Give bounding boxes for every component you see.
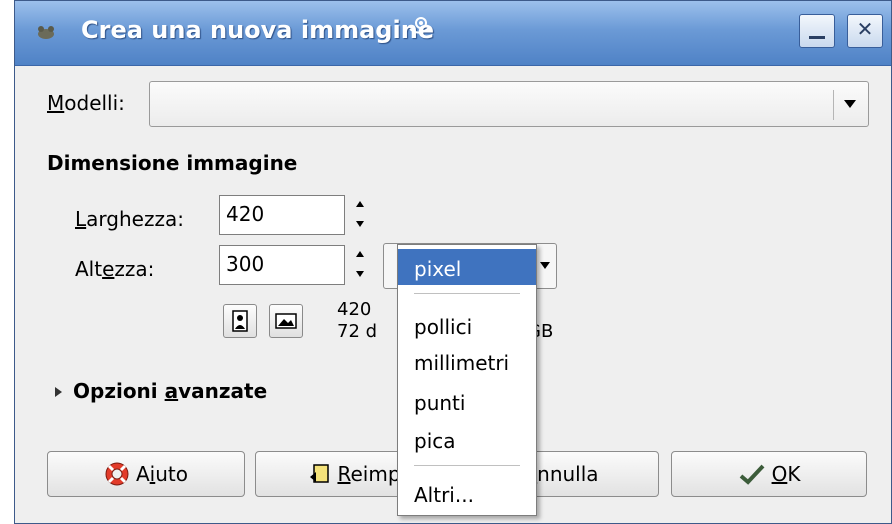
templates-label-text: odelli: (64, 91, 125, 115)
landscape-button[interactable] (269, 304, 303, 338)
height-label-text-b: zza: (114, 257, 155, 281)
spin-up-icon (356, 251, 364, 257)
width-spinner[interactable] (353, 195, 367, 235)
unit-menu-item-punti[interactable]: punti (398, 383, 536, 419)
height-label: Altezza: (75, 257, 154, 281)
advanced-label-a: Opzioni (73, 379, 165, 403)
advanced-options-expander[interactable]: Opzioni avanzate (73, 379, 267, 403)
height-input[interactable]: 300 (219, 245, 345, 285)
help-label-b: uto (155, 462, 188, 486)
unit-menu-item-pixel[interactable]: pixel (398, 249, 536, 285)
size-info-line2: 72 d (337, 321, 378, 342)
menu-separator (414, 293, 520, 294)
unit-menu: pixel pollici millimetri punti pica Altr… (397, 244, 537, 516)
title-bar[interactable]: Crea una nuova immagine ✕ (15, 1, 891, 66)
spin-down-icon (356, 271, 364, 277)
new-image-dialog: Crea una nuova immagine ✕ Modelli: Dimen… (14, 0, 892, 524)
combo-separator (833, 90, 834, 120)
ok-label: OK (772, 462, 801, 486)
minimize-button[interactable] (799, 14, 835, 48)
unit-menu-item-pollici[interactable]: pollici (398, 307, 536, 343)
unit-menu-item-pica[interactable]: pica (398, 421, 536, 457)
ok-check-icon (739, 464, 765, 485)
size-info-line1: 420 (337, 299, 372, 320)
templates-label: Modelli: (47, 91, 125, 115)
reset-label: Reimp (337, 462, 400, 486)
window-title: Crea una nuova immagine (81, 16, 435, 44)
expander-arrow-icon[interactable] (55, 387, 62, 397)
width-label: Larghezza: (75, 207, 184, 231)
ok-button[interactable]: OK (671, 451, 867, 497)
cancel-label-b: nnulla (537, 462, 599, 486)
help-button[interactable]: Aiuto (47, 451, 245, 497)
reset-label-mnemonic: R (337, 462, 351, 486)
spin-up-icon (356, 201, 364, 207)
close-button[interactable]: ✕ (847, 14, 883, 48)
ok-label-mnemonic: O (771, 462, 788, 486)
close-icon: ✕ (856, 17, 874, 41)
help-label-a: A (135, 462, 150, 486)
portrait-icon (232, 310, 248, 332)
width-input[interactable]: 420 (219, 195, 345, 235)
advanced-label-b: vanzate (178, 379, 268, 403)
width-label-text: arghezza: (86, 207, 184, 231)
width-label-mnemonic: L (75, 207, 87, 231)
minimize-icon (809, 36, 825, 39)
templates-combo[interactable] (149, 81, 869, 127)
unit-menu-item-millimetri[interactable]: millimetri (398, 343, 536, 379)
advanced-label-mnemonic: a (164, 379, 179, 403)
height-label-text-a: Alt (75, 257, 103, 281)
height-spinner[interactable] (353, 245, 367, 285)
chevron-down-icon (540, 262, 550, 269)
height-label-mnemonic: e (102, 257, 115, 281)
sticky-icon (409, 17, 431, 34)
chevron-down-icon (844, 100, 856, 108)
menu-separator (414, 465, 520, 466)
gimp-app-icon (38, 26, 54, 39)
help-label: Aiuto (136, 462, 188, 486)
templates-label-mnemonic: M (47, 91, 65, 115)
image-size-heading: Dimensione immagine (47, 151, 298, 175)
landscape-icon (275, 313, 297, 329)
portrait-button[interactable] (223, 304, 257, 338)
unit-menu-item-altri[interactable]: Altri... (398, 475, 536, 511)
reset-label-b: eimp (350, 462, 401, 486)
ok-label-b: K (787, 462, 801, 486)
lifebuoy-icon (105, 462, 129, 486)
reset-icon (310, 464, 330, 483)
spin-down-icon (356, 221, 364, 227)
